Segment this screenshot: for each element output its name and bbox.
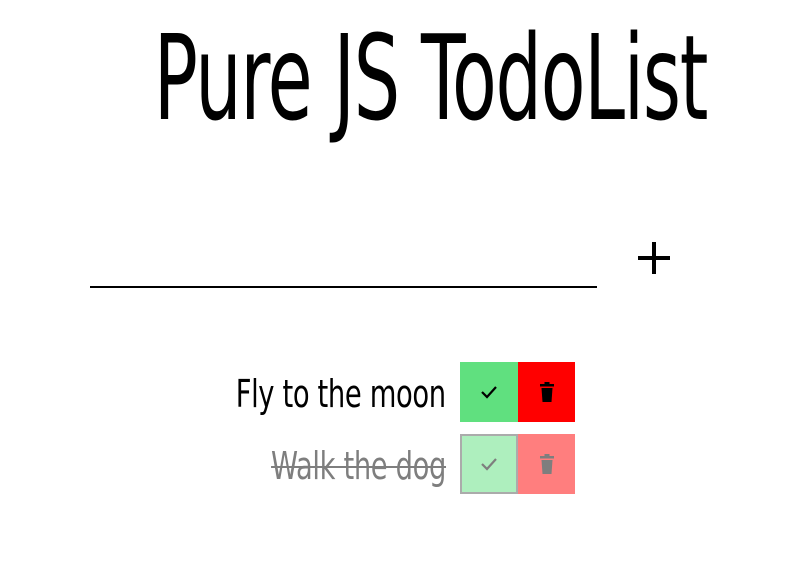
delete-button[interactable] [518,362,575,422]
complete-button[interactable] [460,362,518,422]
todo-input[interactable] [90,240,597,288]
check-icon [481,386,497,399]
todo-text: Fly to the moon [235,372,446,416]
todo-item: Fly to the moon [0,362,809,422]
todo-text: Walk the dog [271,444,446,488]
check-icon [481,458,497,471]
complete-button[interactable] [460,434,518,494]
add-todo-button[interactable] [630,232,678,284]
delete-button[interactable] [518,434,575,494]
plus-icon [638,242,670,274]
trash-icon [539,382,554,402]
page-title: Pure JS TodoList [153,9,709,147]
todo-item: Walk the dog [0,434,809,494]
trash-icon [539,454,554,474]
